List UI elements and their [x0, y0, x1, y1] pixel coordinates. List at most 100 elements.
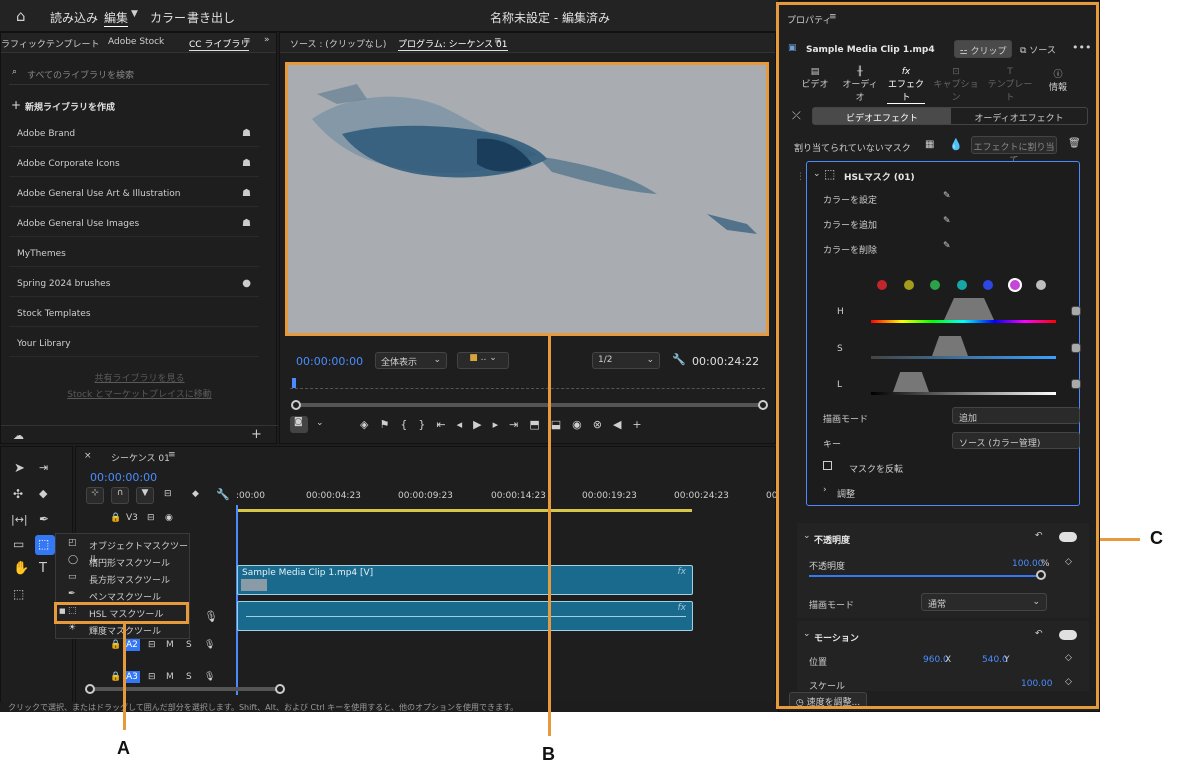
chevron-down-icon[interactable]: ⌄ — [316, 418, 324, 428]
timeline-timecode[interactable]: 00:00:00:00 — [90, 471, 157, 484]
monitor-playhead[interactable] — [292, 378, 296, 388]
track-select-icon[interactable]: ⇥ — [39, 461, 48, 474]
in-point-icon[interactable]: { — [400, 418, 418, 431]
sync-lock-icon[interactable]: ⊟ — [148, 640, 156, 650]
solo-button[interactable]: S — [186, 640, 192, 650]
add-icon[interactable]: + — [251, 427, 262, 442]
lock-icon[interactable]: 🔒 — [110, 640, 121, 650]
flag-icon[interactable]: ⚑ — [379, 418, 400, 431]
menu-export[interactable]: 書き出し — [187, 9, 235, 26]
library-item[interactable]: MyThemes — [9, 243, 259, 267]
track-label[interactable]: A2 — [124, 639, 140, 651]
work-area-bar[interactable] — [236, 509, 692, 512]
marker-icon[interactable]: ◆ — [192, 489, 199, 499]
extract-icon[interactable]: ⬓ — [551, 418, 572, 431]
shared-libraries-link[interactable]: 共有ライブラリを見る — [1, 371, 278, 387]
step-back-icon[interactable]: ◂ — [457, 418, 474, 431]
audio-clip[interactable]: fx — [237, 601, 693, 631]
rectangle-icon[interactable]: ▭ — [13, 537, 24, 551]
slip-icon[interactable]: |↔| — [11, 513, 28, 526]
zoom-handle-left[interactable] — [291, 400, 301, 410]
library-item[interactable]: Stock Templates — [9, 303, 259, 327]
timeline-playhead[interactable] — [236, 505, 238, 695]
go-to-out-icon[interactable]: ⇥ — [509, 418, 529, 431]
mute-button[interactable]: M — [166, 640, 174, 650]
panel-menu-icon[interactable]: ≡ — [168, 450, 176, 460]
library-item[interactable]: Adobe Brand ☗ — [9, 123, 259, 147]
mask-tool-item[interactable]: ◰ オブジェクトマスクツール — [68, 538, 188, 565]
menu-edit[interactable]: 編集 — [104, 9, 129, 27]
track-label[interactable]: A3 — [124, 671, 140, 683]
timeline-zoom-bar[interactable] — [88, 687, 283, 691]
zoom-handle-right[interactable] — [758, 400, 768, 410]
mask-tool-item[interactable]: ◯ 楕円形マスクツール — [68, 555, 188, 571]
library-item[interactable]: Your Library — [9, 333, 259, 357]
sync-lock-icon[interactable]: ⊟ — [148, 672, 156, 682]
solo-button[interactable]: S — [186, 672, 192, 682]
close-icon[interactable]: × — [84, 451, 92, 461]
panel-menu-icon[interactable]: ≡ — [243, 36, 251, 46]
plus-icon[interactable]: + — [632, 418, 652, 431]
play-icon[interactable]: ▶ — [473, 418, 492, 431]
linked-selection-button[interactable]: ∩ — [111, 487, 129, 504]
menu-import[interactable]: 読み込み — [50, 9, 98, 26]
playhead-timecode[interactable]: 00:00:00:00 — [296, 355, 363, 368]
ripple-edit-icon[interactable]: ✣ — [13, 487, 23, 501]
lock-icon[interactable]: 🔒 — [110, 672, 121, 682]
cloud-icon[interactable]: ☁ — [13, 429, 24, 442]
tab-source[interactable]: ソース : (クリップなし) — [290, 37, 386, 50]
vr-icon[interactable]: ⊗ — [593, 418, 613, 431]
library-item[interactable]: Spring 2024 brushes ● — [9, 273, 259, 297]
mute-button[interactable]: M — [166, 672, 174, 682]
create-library-button[interactable]: + 新規ライブラリを作成 — [11, 98, 115, 113]
out-point-icon[interactable]: } — [418, 418, 436, 431]
menu-color[interactable]: カラー — [150, 9, 186, 26]
snap-button[interactable]: ⊹ — [86, 487, 104, 504]
hand-icon[interactable]: ✋ — [13, 561, 29, 576]
library-item[interactable]: Adobe General Use Images ☗ — [9, 213, 259, 237]
microphone-icon[interactable]: 🎙 — [204, 610, 218, 623]
mask-tool-button[interactable]: ⬚ — [35, 535, 55, 555]
mask-tool-item[interactable]: ☀輝度マスクツール — [68, 623, 188, 639]
marker-icon[interactable]: ◈ — [360, 418, 379, 431]
tab-graphic-templates[interactable]: ラフィックテンプレート — [1, 37, 100, 50]
go-to-in-icon[interactable]: ⇤ — [436, 418, 456, 431]
wrench-icon[interactable]: 🔧 — [216, 488, 230, 501]
fit-dropdown[interactable]: 全体表示 ⌄ — [375, 352, 447, 369]
type-tool-icon[interactable]: T — [39, 561, 47, 576]
link-button[interactable]: ▼ — [136, 487, 154, 504]
razor-icon[interactable]: ◆ — [39, 487, 47, 500]
video-clip[interactable]: Sample Media Clip 1.mp4 [V] fx — [237, 565, 693, 595]
camera-icon[interactable]: ◉ — [572, 418, 593, 431]
tab-adobe-stock[interactable]: Adobe Stock — [108, 37, 164, 47]
step-forward-icon[interactable]: ▸ — [493, 418, 510, 431]
library-search[interactable]: ⌕ すべてのライブラリを検索 — [9, 63, 269, 85]
eye-icon[interactable]: ◉ — [165, 513, 173, 523]
chevron-right-icon[interactable]: » — [264, 35, 270, 45]
sequence-tab[interactable]: シーケンス 01 — [111, 451, 170, 464]
monitor-zoom-bar[interactable] — [294, 403, 764, 407]
lock-icon[interactable]: 🔒 — [110, 513, 121, 523]
resolution-dropdown[interactable]: 1/2 ⌄ — [592, 352, 660, 369]
stock-marketplace-link[interactable]: Stock とマーケットプレイスに移動 — [1, 387, 278, 403]
zoom-handle-right[interactable] — [275, 684, 285, 694]
microphone-icon[interactable]: 🎙 — [204, 672, 215, 682]
pen-icon[interactable]: ✒ — [39, 512, 49, 526]
zoom-handle-left[interactable] — [85, 684, 95, 694]
library-item[interactable]: Adobe General Use Art & Illustration ☗ — [9, 183, 259, 207]
sync-lock-icon[interactable]: ⊟ — [147, 513, 155, 523]
display-mode-dropdown[interactable]: ■ .. ⌄ — [457, 352, 509, 369]
timeline-ruler[interactable]: :00:00 00:00:04:23 00:00:09:23 00:00:14:… — [236, 487, 786, 515]
mask-tool-item[interactable]: ▭ 長方形マスクツール — [68, 572, 188, 588]
wrench-icon[interactable]: 🔧 — [672, 353, 686, 366]
remix-icon[interactable]: ⬚ — [13, 587, 24, 601]
toggle-button[interactable]: ◙ — [290, 416, 308, 433]
library-item[interactable]: Adobe Corporate Icons ☗ — [9, 153, 259, 177]
transport-controls[interactable]: ◈⚑{}⇤◂▶▸⇥⬒⬓◉⊗◀+ — [360, 418, 770, 431]
microphone-icon[interactable]: 🎙 — [204, 640, 215, 650]
speaker-icon[interactable]: ◀ — [613, 418, 632, 431]
tab-program[interactable]: プログラム: シーケンス 01 — [398, 37, 508, 51]
tab-cc-libraries[interactable]: CC ライブラリ — [189, 37, 250, 51]
chevron-down-icon[interactable]: ▼ — [131, 9, 138, 19]
home-icon[interactable]: ⌂ — [16, 7, 26, 25]
